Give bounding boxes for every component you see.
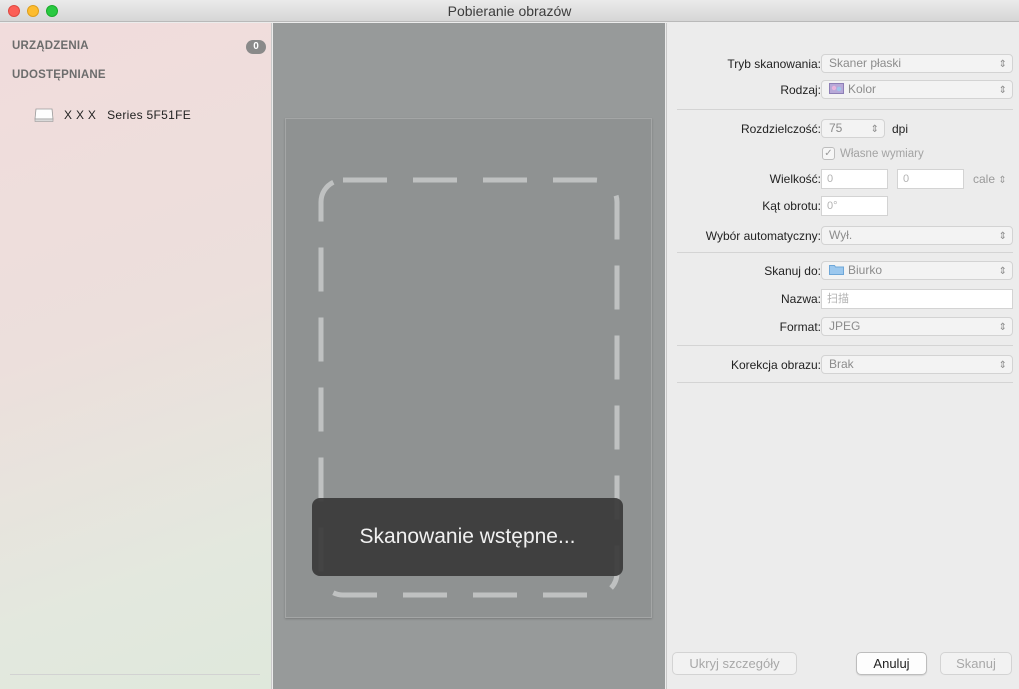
auto-select-select[interactable]: Wył. ⇕: [821, 226, 1013, 245]
color-photo-icon: [829, 83, 844, 94]
size-row: Wielkość: 0 0 cale ⇕: [667, 169, 1019, 189]
scan-button[interactable]: Skanuj: [940, 652, 1012, 675]
hide-details-button[interactable]: Ukryj szczegóły: [672, 652, 797, 675]
kind-row: Rodzaj: Kolor ⇕: [667, 80, 1019, 100]
size-label: Wielkość:: [769, 172, 821, 186]
auto-select-label: Wybór automatyczny:: [705, 229, 821, 243]
devices-header[interactable]: URZĄDZENIA: [12, 40, 89, 52]
size-unit-select[interactable]: cale ⇕: [973, 172, 1007, 186]
chevron-updown-icon: ⇕: [998, 175, 1007, 186]
name-row: Nazwa: 扫描: [667, 289, 1019, 309]
rotation-label: Kąt obrotu:: [762, 199, 821, 213]
chevron-updown-icon: ⇕: [998, 59, 1007, 70]
auto-select-value: Wył.: [829, 228, 853, 242]
divider: [677, 345, 1013, 346]
chevron-updown-icon: ⇕: [998, 85, 1007, 96]
devices-count-badge: 0: [246, 40, 266, 54]
scan-settings-panel: Tryb skanowania: Skaner płaski ⇕ Rodzaj:…: [666, 23, 1019, 689]
custom-size-row: ✓ Własne wymiary: [667, 146, 1019, 166]
auto-select-row: Wybór automatyczny: Wył. ⇕: [667, 226, 1019, 246]
scan-to-label: Skanuj do:: [764, 264, 821, 278]
resolution-label: Rozdzielczość:: [740, 122, 821, 136]
kind-value: Kolor: [848, 82, 877, 96]
scan-to-value: Biurko: [848, 263, 883, 277]
size-width-field[interactable]: 0: [821, 169, 888, 189]
scan-mode-label: Tryb skanowania:: [727, 57, 821, 71]
chevron-updown-icon: ⇕: [998, 322, 1007, 333]
scan-mode-value: Skaner płaski: [829, 56, 902, 70]
name-field[interactable]: 扫描: [821, 289, 1013, 309]
scan-mode-row: Tryb skanowania: Skaner płaski ⇕: [667, 54, 1019, 74]
scan-to-row: Skanuj do: Biurko ⇕: [667, 261, 1019, 281]
sidebar-item-label: X X X Series 5F51FE: [64, 108, 192, 122]
kind-label: Rodzaj:: [780, 83, 821, 97]
shared-header[interactable]: UDOSTĘPNIANE: [12, 69, 106, 81]
custom-size-label: Własne wymiary: [840, 147, 924, 160]
format-value: JPEG: [829, 319, 861, 333]
size-height-field[interactable]: 0: [897, 169, 964, 189]
rotation-row: Kąt obrotu: 0°: [667, 196, 1019, 216]
cancel-button[interactable]: Anuluj: [856, 652, 927, 675]
chevron-updown-icon: ⇕: [998, 360, 1007, 371]
kind-select[interactable]: Kolor ⇕: [821, 80, 1013, 99]
chevron-updown-icon: ⇕: [870, 124, 879, 135]
sidebar: URZĄDZENIA 0 UDOSTĘPNIANE X X X Series 5…: [0, 23, 272, 689]
name-label: Nazwa:: [780, 292, 821, 306]
resolution-row: Rozdzielczość: 75 ⇕ dpi: [667, 119, 1019, 139]
size-unit: cale: [973, 172, 996, 186]
scan-preview-area[interactable]: Skanowanie wstępne...: [273, 23, 665, 689]
folder-icon: [829, 265, 844, 275]
scan-mode-select[interactable]: Skaner płaski ⇕: [821, 54, 1013, 73]
divider: [10, 674, 260, 675]
correction-label: Korekcja obrazu:: [730, 358, 821, 372]
format-row: Format: JPEG ⇕: [667, 317, 1019, 337]
correction-select[interactable]: Brak ⇕: [821, 355, 1013, 374]
window-title: Pobieranie obrazów: [447, 3, 572, 19]
rotation-field[interactable]: 0°: [821, 196, 888, 216]
divider: [677, 382, 1013, 383]
scanner-icon: [34, 108, 54, 122]
custom-size-checkbox[interactable]: ✓ Własne wymiary: [822, 147, 924, 160]
title-bar: Pobieranie obrazów: [0, 0, 1019, 22]
chevron-updown-icon: ⇕: [998, 231, 1007, 242]
divider: [677, 109, 1013, 110]
prescan-status-overlay: Skanowanie wstępne...: [312, 498, 623, 576]
resolution-unit: dpi: [892, 122, 909, 136]
correction-row: Korekcja obrazu: Brak ⇕: [667, 355, 1019, 375]
resolution-select[interactable]: 75 ⇕: [821, 119, 885, 138]
scan-to-select[interactable]: Biurko ⇕: [821, 261, 1013, 280]
format-select[interactable]: JPEG ⇕: [821, 317, 1013, 336]
divider: [677, 252, 1013, 253]
format-label: Format:: [779, 320, 821, 334]
correction-value: Brak: [829, 357, 854, 371]
checkmark-icon: ✓: [822, 147, 835, 160]
sidebar-item-scanner[interactable]: X X X Series 5F51FE: [34, 105, 191, 125]
chevron-updown-icon: ⇕: [998, 266, 1007, 277]
resolution-value: 75: [829, 121, 843, 135]
